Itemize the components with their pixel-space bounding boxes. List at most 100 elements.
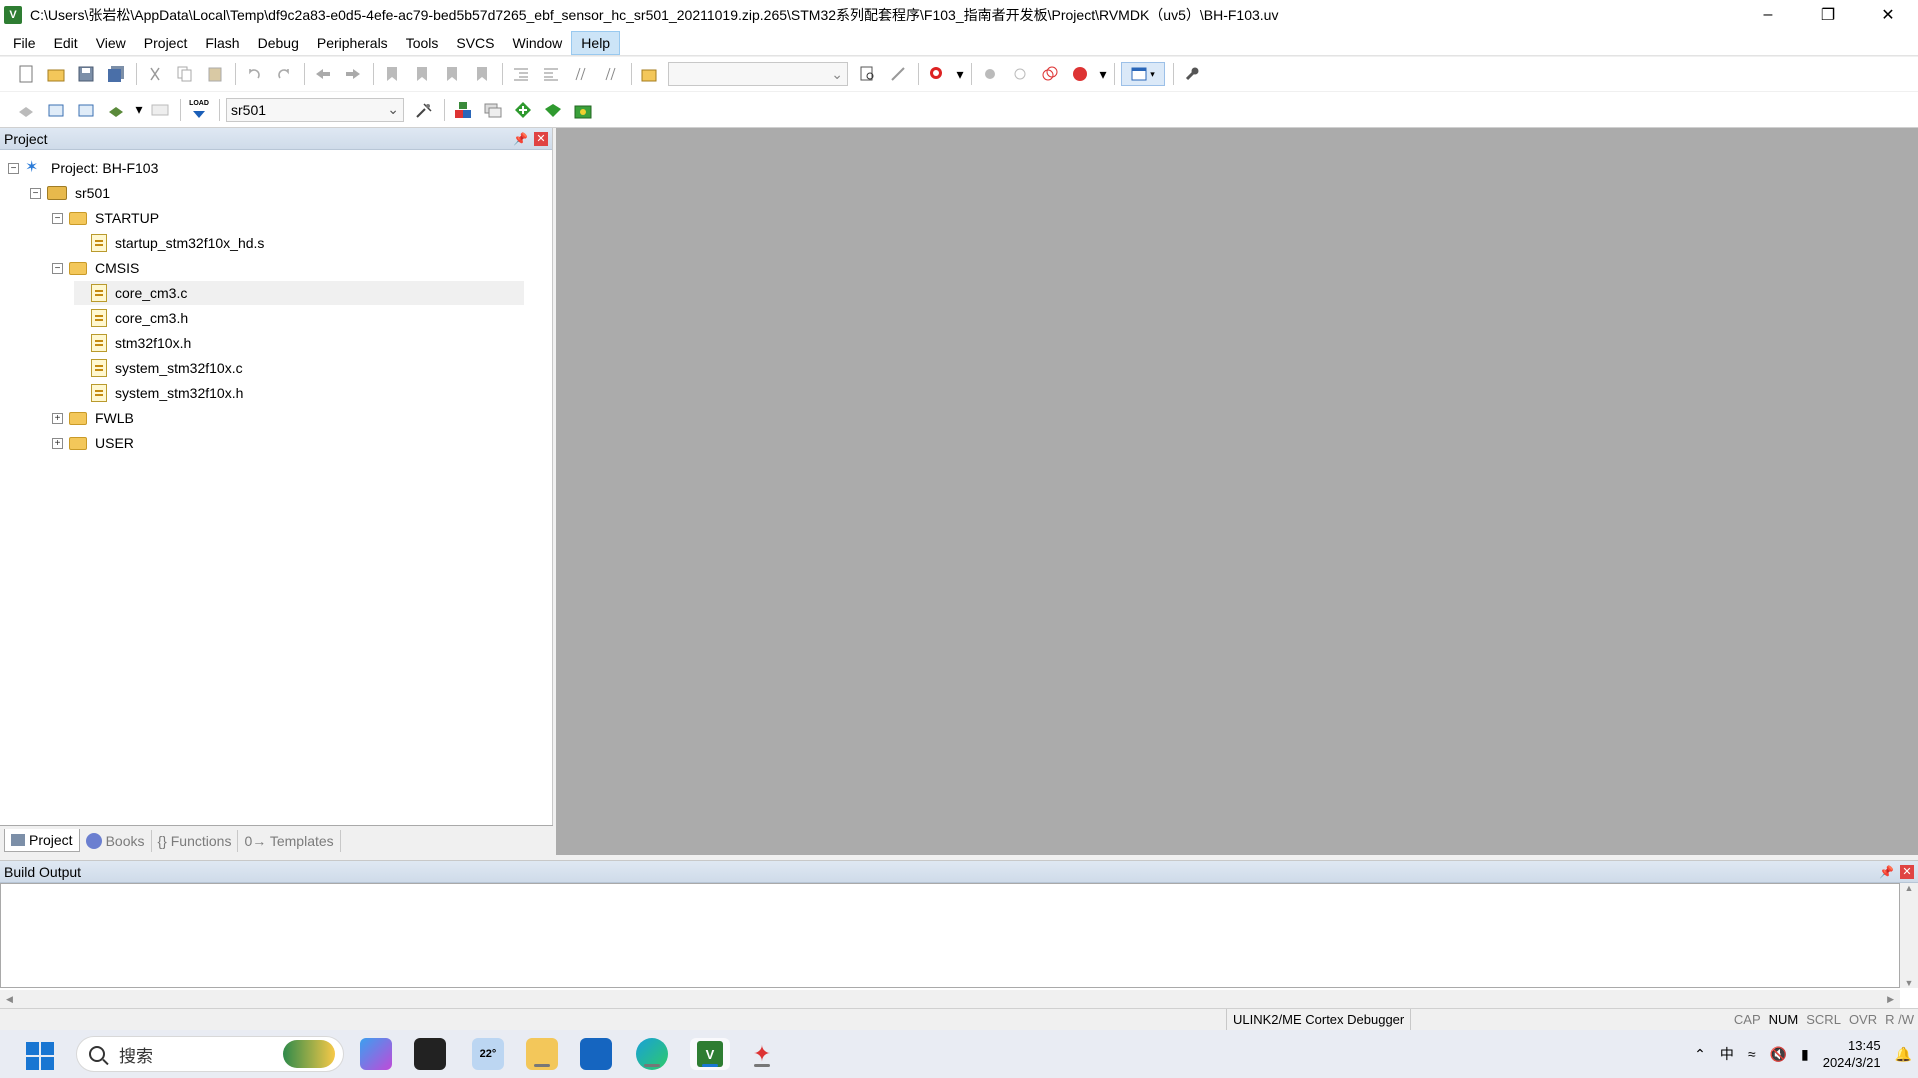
bookmark-icon[interactable] bbox=[380, 62, 404, 86]
breakpoint-enable-icon[interactable] bbox=[1008, 62, 1032, 86]
chevron-down-icon[interactable]: ▾ bbox=[134, 98, 144, 122]
save-all-icon[interactable] bbox=[104, 62, 128, 86]
taskbar-search[interactable]: 搜索 bbox=[76, 1036, 344, 1072]
volume-muted-icon[interactable]: 🔇 bbox=[1770, 1046, 1787, 1063]
copy-icon[interactable] bbox=[173, 62, 197, 86]
close-button[interactable]: ✕ bbox=[1858, 0, 1918, 30]
expand-icon[interactable]: + bbox=[52, 437, 63, 449]
navigate-back-icon[interactable] bbox=[311, 62, 335, 86]
menu-help[interactable]: Help bbox=[571, 30, 621, 55]
scroll-down-icon[interactable]: ▼ bbox=[1905, 978, 1914, 988]
find-combo[interactable]: ⌄ bbox=[668, 62, 848, 86]
copilot-icon[interactable] bbox=[360, 1038, 392, 1070]
scroll-right-icon[interactable]: ▶ bbox=[1887, 994, 1894, 1005]
microsoft-store-icon[interactable] bbox=[580, 1038, 612, 1070]
expand-icon[interactable]: + bbox=[52, 412, 63, 424]
manage-project-items-icon[interactable] bbox=[451, 98, 475, 122]
undo-icon[interactable] bbox=[242, 62, 266, 86]
tab-functions[interactable]: {} Functions bbox=[152, 829, 239, 852]
target-options-icon[interactable] bbox=[412, 98, 436, 122]
tree-item-target[interactable]: − sr501 bbox=[30, 181, 110, 205]
uncomment-icon[interactable] bbox=[599, 62, 623, 86]
menu-tools[interactable]: Tools bbox=[397, 32, 448, 54]
keil-uvision-taskbar-icon[interactable]: V bbox=[690, 1038, 730, 1070]
tree-item-folder[interactable]: + USER bbox=[52, 431, 134, 455]
snipping-tool-icon[interactable]: ✦ bbox=[746, 1038, 778, 1070]
stop-build-icon[interactable] bbox=[148, 98, 172, 122]
find-icon[interactable] bbox=[856, 62, 880, 86]
windows-start-icon[interactable] bbox=[26, 1042, 54, 1070]
collapse-icon[interactable]: − bbox=[52, 262, 63, 274]
translate-icon[interactable] bbox=[14, 98, 38, 122]
pack-installer-icon[interactable] bbox=[511, 98, 535, 122]
scroll-left-icon[interactable]: ◀ bbox=[6, 994, 13, 1005]
open-folder-icon[interactable] bbox=[44, 62, 68, 86]
find-in-files-icon[interactable] bbox=[638, 62, 662, 86]
next-bookmark-icon[interactable] bbox=[440, 62, 464, 86]
menu-view[interactable]: View bbox=[87, 32, 135, 54]
load-download-button[interactable]: LOAD bbox=[187, 98, 211, 122]
tree-item-folder[interactable]: + FWLB bbox=[52, 406, 134, 430]
menu-file[interactable]: File bbox=[4, 32, 45, 54]
menu-flash[interactable]: Flash bbox=[196, 32, 248, 54]
show-hidden-icons-icon[interactable]: ⌃ bbox=[1694, 1046, 1706, 1063]
breakpoint-disable-all-icon[interactable] bbox=[1038, 62, 1062, 86]
menu-svcs[interactable]: SVCS bbox=[447, 32, 503, 54]
minimize-button[interactable]: – bbox=[1738, 0, 1798, 30]
select-packs-icon[interactable] bbox=[481, 98, 505, 122]
ime-indicator[interactable]: 中 bbox=[1720, 1044, 1734, 1064]
pin-icon[interactable]: 📌 bbox=[1879, 865, 1894, 879]
battery-icon[interactable]: ▮ bbox=[1801, 1046, 1809, 1063]
tab-books[interactable]: Books bbox=[80, 829, 152, 852]
horizontal-scrollbar[interactable]: ◀ ▶ bbox=[0, 990, 1900, 1008]
pin-icon[interactable]: 📌 bbox=[513, 132, 528, 146]
notification-bell-icon[interactable]: 🔔 bbox=[1895, 1046, 1912, 1063]
menu-peripherals[interactable]: Peripherals bbox=[308, 32, 397, 54]
tree-item-file[interactable]: system_stm32f10x.c bbox=[74, 356, 243, 380]
comment-icon[interactable] bbox=[569, 62, 593, 86]
tab-templates[interactable]: 0→ Templates bbox=[238, 829, 341, 852]
scroll-up-icon[interactable]: ▲ bbox=[1905, 883, 1914, 893]
tree-item-file[interactable]: core_cm3.c bbox=[74, 281, 524, 305]
chevron-down-icon[interactable]: ▾ bbox=[955, 62, 965, 86]
tree-item-project[interactable]: − ✶ Project: BH-F103 bbox=[8, 156, 158, 180]
tab-project[interactable]: Project bbox=[4, 829, 80, 852]
incremental-find-icon[interactable] bbox=[886, 62, 910, 86]
wifi-icon[interactable]: ≈ bbox=[1748, 1046, 1756, 1062]
redo-icon[interactable] bbox=[272, 62, 296, 86]
edge-browser-icon[interactable] bbox=[636, 1038, 668, 1070]
clear-bookmarks-icon[interactable] bbox=[470, 62, 494, 86]
task-view-icon[interactable] bbox=[414, 1038, 446, 1070]
cut-icon[interactable] bbox=[143, 62, 167, 86]
restore-button[interactable]: ❐ bbox=[1798, 0, 1858, 30]
navigate-forward-icon[interactable] bbox=[341, 62, 365, 86]
menu-project[interactable]: Project bbox=[135, 32, 197, 54]
debug-session-icon[interactable] bbox=[925, 62, 949, 86]
save-icon[interactable] bbox=[74, 62, 98, 86]
tree-item-file[interactable]: startup_stm32f10x_hd.s bbox=[74, 231, 264, 255]
clock[interactable]: 13:45 2024/3/21 bbox=[1823, 1037, 1881, 1071]
breakpoint-kill-all-icon[interactable] bbox=[1068, 62, 1092, 86]
collapse-icon[interactable]: − bbox=[8, 162, 19, 174]
menu-edit[interactable]: Edit bbox=[45, 32, 87, 54]
tree-item-folder[interactable]: − CMSIS bbox=[52, 256, 139, 280]
build-icon[interactable] bbox=[44, 98, 68, 122]
rebuild-icon[interactable] bbox=[74, 98, 98, 122]
indent-icon[interactable] bbox=[509, 62, 533, 86]
file-explorer-icon[interactable] bbox=[526, 1038, 558, 1070]
unindent-icon[interactable] bbox=[539, 62, 563, 86]
window-layout-icon[interactable]: ▾ bbox=[1121, 62, 1165, 86]
configure-wrench-icon[interactable] bbox=[1180, 62, 1204, 86]
prev-bookmark-icon[interactable] bbox=[410, 62, 434, 86]
tree-item-file[interactable]: stm32f10x.h bbox=[74, 331, 191, 355]
editor-area[interactable] bbox=[556, 128, 1918, 855]
weather-widget-icon[interactable]: 22° bbox=[472, 1038, 504, 1070]
close-icon[interactable]: ✕ bbox=[1900, 864, 1914, 879]
software-packs-icon[interactable] bbox=[541, 98, 565, 122]
chevron-down-icon[interactable]: ▾ bbox=[1098, 62, 1108, 86]
batch-build-icon[interactable] bbox=[104, 98, 128, 122]
tree-item-folder[interactable]: − STARTUP bbox=[52, 206, 159, 230]
close-icon[interactable]: ✕ bbox=[534, 131, 548, 146]
collapse-icon[interactable]: − bbox=[30, 187, 41, 199]
menu-debug[interactable]: Debug bbox=[249, 32, 308, 54]
